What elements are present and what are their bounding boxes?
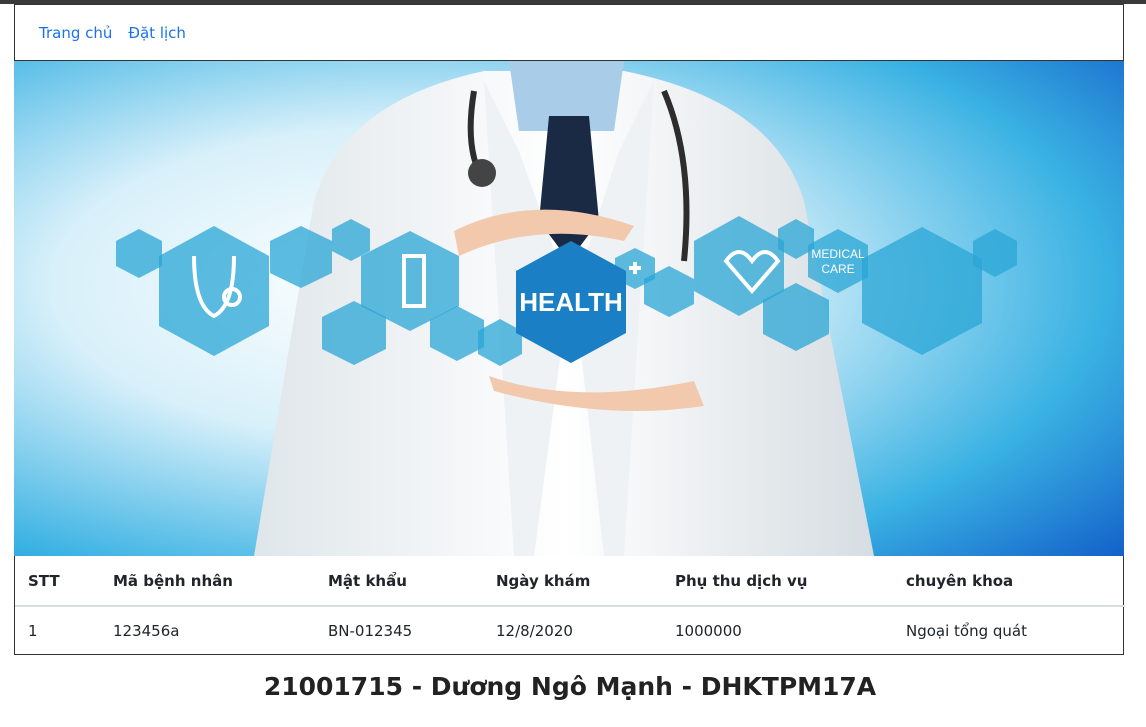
page-container: Trang chủ Đặt lịch HEALTH MEDICAL CARE S… xyxy=(14,4,1125,655)
nav-home-link[interactable]: Trang chủ xyxy=(39,24,112,42)
footer-student-info: 21001715 - Dương Ngô Mạnh - DHKTPM17A xyxy=(263,672,877,701)
patient-table: STT Mã bệnh nhân Mật khẩu Ngày khám Phụ … xyxy=(15,556,1125,654)
col-header-password: Mật khẩu xyxy=(315,556,483,607)
medical-care-line1: MEDICAL xyxy=(811,247,865,261)
col-header-patient-id: Mã bệnh nhân xyxy=(100,556,315,607)
col-header-service-fee: Phụ thu dịch vụ xyxy=(662,556,893,607)
table-row: 1 123456a BN-012345 12/8/2020 1000000 Ng… xyxy=(15,606,1125,654)
cell-exam-date: 12/8/2020 xyxy=(496,621,573,640)
patient-table-wrapper: STT Mã bệnh nhân Mật khẩu Ngày khám Phụ … xyxy=(14,556,1125,655)
nav-booking-link[interactable]: Đặt lịch xyxy=(128,24,186,42)
table-header-row: STT Mã bệnh nhân Mật khẩu Ngày khám Phụ … xyxy=(15,556,1125,607)
cell-stt: 1 xyxy=(28,621,38,640)
cell-specialty: Ngoại tổng quát xyxy=(906,621,1028,640)
cell-patient-id: 123456a xyxy=(113,621,180,640)
cell-service-fee: 1000000 xyxy=(675,621,742,640)
health-text: HEALTH xyxy=(519,287,623,317)
col-header-stt: STT xyxy=(15,556,100,607)
col-header-specialty: chuyên khoa xyxy=(893,556,1125,607)
hero-banner-image: HEALTH MEDICAL CARE xyxy=(14,61,1124,556)
col-header-exam-date: Ngày khám xyxy=(483,556,662,607)
cell-password: BN-012345 xyxy=(328,621,413,640)
medical-care-line2: CARE xyxy=(821,262,854,276)
navbar: Trang chủ Đặt lịch xyxy=(14,4,1124,61)
